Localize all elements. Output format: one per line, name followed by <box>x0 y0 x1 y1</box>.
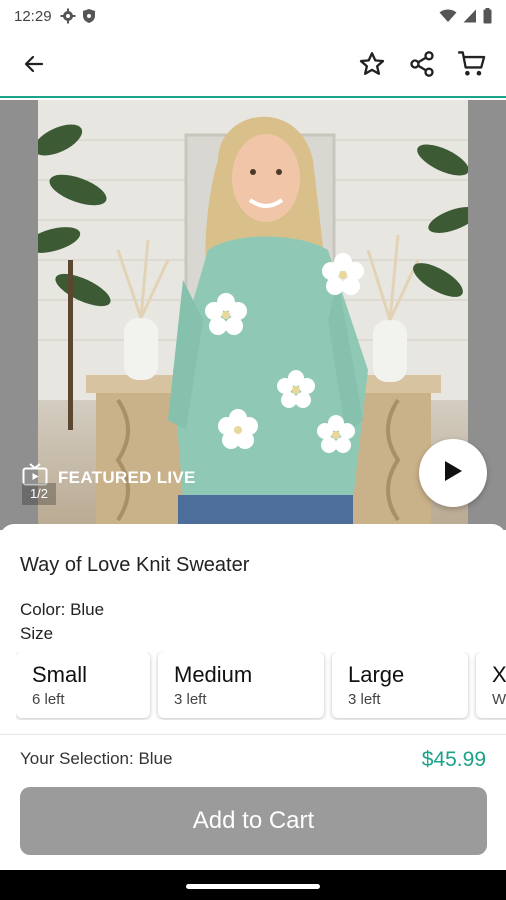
status-bar: 12:29 <box>0 0 506 32</box>
size-option-large[interactable]: Large 3 left <box>332 652 468 718</box>
size-name: Medium <box>174 662 253 687</box>
play-button[interactable] <box>419 439 487 507</box>
share-icon[interactable] <box>400 42 444 86</box>
selection-summary: Your Selection: Blue <box>20 749 173 768</box>
size-stock: 6 left <box>32 691 65 708</box>
size-stock: 3 left <box>348 691 381 708</box>
size-options: Small 6 left Medium 3 left Large 3 left … <box>16 652 506 720</box>
shield-icon <box>82 8 96 24</box>
product-sheet: Way of Love Knit Sweater Color: Blue Siz… <box>0 524 506 870</box>
size-label: Size <box>20 624 54 643</box>
size-name: Large <box>348 662 405 687</box>
battery-icon <box>483 8 492 24</box>
back-arrow-icon[interactable] <box>12 42 56 86</box>
divider <box>0 734 506 735</box>
cart-icon[interactable] <box>450 42 494 86</box>
signal-icon <box>463 9 477 23</box>
size-option-x[interactable]: X W <box>476 652 506 718</box>
home-handle[interactable] <box>186 884 320 889</box>
product-title: Way of Love Knit Sweater <box>20 554 250 576</box>
size-stock: W <box>492 691 506 708</box>
size-name: X <box>492 662 506 687</box>
featured-live-label: FEATURED LIVE <box>58 467 196 487</box>
system-nav-bar <box>0 870 506 900</box>
size-stock: 3 left <box>174 691 207 708</box>
image-counter: 1/2 <box>22 483 56 505</box>
color-label: Color: Blue <box>20 600 105 619</box>
size-option-medium[interactable]: Medium 3 left <box>158 652 324 718</box>
status-time: 12:29 <box>14 7 52 25</box>
app-bar <box>0 32 506 98</box>
wifi-icon <box>439 9 457 23</box>
gear-icon <box>60 8 76 24</box>
size-name: Small <box>32 662 88 687</box>
play-icon <box>442 459 464 488</box>
add-to-cart-button[interactable]: Add to Cart <box>20 787 487 855</box>
price: $45.99 <box>421 748 486 771</box>
star-outline-icon[interactable] <box>350 42 394 86</box>
size-option-small[interactable]: Small 6 left <box>16 652 150 718</box>
